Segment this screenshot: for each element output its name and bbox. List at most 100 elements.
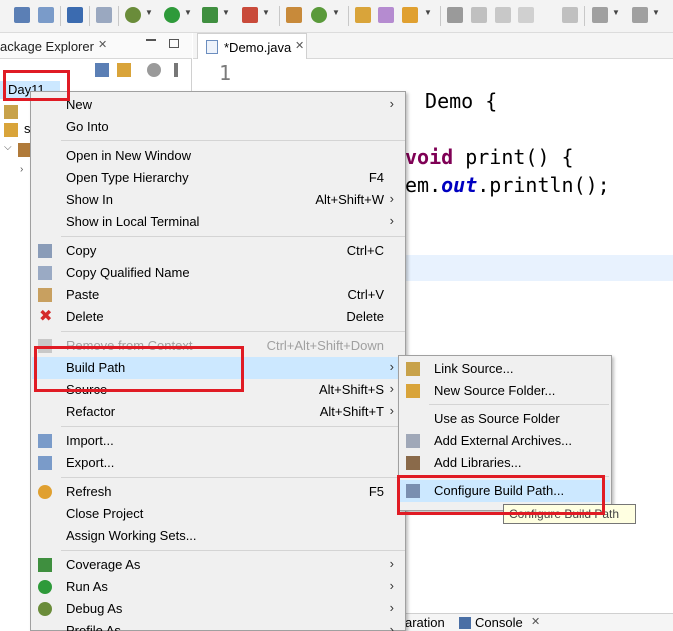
- nav-forward-icon[interactable]: [632, 7, 648, 23]
- menu-item-label: Close Project: [66, 506, 144, 521]
- open-task-icon[interactable]: [378, 7, 394, 23]
- menu-item-label: Copy: [66, 243, 97, 258]
- menu-item-shortcut: Alt+Shift+W: [315, 192, 384, 207]
- skip-breakpoints-icon[interactable]: [96, 7, 112, 23]
- menu-item-label: Go Into: [66, 119, 109, 134]
- menu-item-new[interactable]: New ›: [32, 94, 404, 116]
- menu-separator: [61, 426, 405, 427]
- source-folder-icon: [4, 123, 18, 137]
- menu-item-label: Add External Archives...: [434, 433, 573, 448]
- menu-item-import[interactable]: Import...: [32, 430, 404, 452]
- menu-item-run-as[interactable]: Run As ›: [32, 576, 404, 598]
- menu-item-paste[interactable]: Paste Ctrl+V: [32, 284, 404, 306]
- menu-item-show-in[interactable]: Show In Alt+Shift+W ›: [32, 189, 404, 211]
- paste-icon: [38, 288, 52, 302]
- save-all-icon[interactable]: [38, 7, 54, 23]
- import-icon: [38, 434, 52, 448]
- tab-declaration[interactable]: aration: [405, 615, 445, 630]
- close-icon[interactable]: ✕: [98, 38, 107, 51]
- menu-separator: [61, 550, 405, 551]
- print-icon[interactable]: [67, 7, 83, 23]
- menu-item-label: Add Libraries...: [434, 455, 522, 470]
- editor-tab-demo[interactable]: *Demo.java ✕: [197, 33, 307, 59]
- paragraph-icon[interactable]: [562, 7, 578, 23]
- menu-item-refresh[interactable]: Refresh F5: [32, 481, 404, 503]
- open-type-icon[interactable]: [355, 7, 371, 23]
- menu-item-profile-as[interactable]: Profile As ›: [32, 620, 404, 631]
- menu-item-label: Refresh: [66, 484, 112, 499]
- menu-item-shortcut: Alt+Shift+T: [319, 404, 384, 419]
- search-icon[interactable]: [402, 7, 418, 23]
- chevron-right-icon: ›: [389, 403, 394, 418]
- menu-separator: [61, 236, 405, 237]
- copy-qualified-name-icon: [38, 266, 52, 280]
- menu-item-open-new-window[interactable]: Open in New Window: [32, 145, 404, 167]
- menu-item-label: Export...: [66, 455, 115, 470]
- menu-item-show-local-terminal[interactable]: Show in Local Terminal ›: [32, 211, 404, 233]
- minimize-icon[interactable]: [146, 39, 156, 41]
- run-icon[interactable]: [164, 7, 180, 23]
- menu-separator: [61, 331, 405, 332]
- chevron-right-icon: ›: [389, 381, 394, 396]
- java-file-icon: [206, 40, 218, 54]
- nav-back-icon[interactable]: [592, 7, 608, 23]
- line-number: 1: [219, 61, 232, 85]
- view-menu-icon[interactable]: [147, 63, 161, 77]
- collapse-all-icon[interactable]: [95, 63, 109, 77]
- main-toolbar: ▼ ▼ ▼ ▼ ▼ ▼ ▼ ▼: [0, 0, 673, 33]
- close-icon[interactable]: ✕: [531, 615, 540, 628]
- menu-item-delete[interactable]: ✖ Delete Delete: [32, 306, 404, 328]
- link-with-editor-icon[interactable]: [117, 63, 131, 77]
- menu-item-close-project[interactable]: Close Project: [32, 503, 404, 525]
- chevron-right-icon: ›: [389, 191, 394, 206]
- package-explorer-tab[interactable]: ackage Explorer ✕: [0, 33, 192, 59]
- debug-icon[interactable]: [125, 7, 141, 23]
- view-menu-dots-icon[interactable]: [174, 63, 178, 77]
- coverage-icon: [38, 558, 52, 572]
- menu-item-go-into[interactable]: Go Into: [32, 116, 404, 138]
- menu-item-open-type-hierarchy[interactable]: Open Type Hierarchy F4: [32, 167, 404, 189]
- menu-item-add-external-archives[interactable]: Add External Archives...: [400, 430, 610, 452]
- menu-item-shortcut: F4: [368, 170, 384, 185]
- word-wrap-icon[interactable]: [495, 7, 511, 23]
- editor-tab-label: *Demo.java: [224, 40, 292, 55]
- menu-item-add-libraries[interactable]: Add Libraries...: [400, 452, 610, 474]
- link-source-icon: [406, 362, 420, 376]
- coverage-icon[interactable]: [202, 7, 218, 23]
- menu-item-label: Delete: [66, 309, 104, 324]
- menu-item-assign-working-sets[interactable]: Assign Working Sets...: [32, 525, 404, 547]
- menu-item-coverage-as[interactable]: Coverage As ›: [32, 554, 404, 576]
- code-keyword: void: [405, 145, 454, 169]
- annotation-icon[interactable]: [471, 7, 487, 23]
- code-line-class[interactable]: Demo {: [413, 89, 497, 113]
- expand-icon[interactable]: ⌵: [4, 142, 12, 153]
- chevron-right-icon[interactable]: ›: [20, 164, 23, 175]
- menu-item-link-source[interactable]: Link Source...: [400, 358, 610, 380]
- menu-item-shortcut: Alt+Shift+S: [318, 382, 384, 397]
- external-tools-icon[interactable]: [242, 7, 258, 23]
- maximize-icon[interactable]: [169, 39, 179, 48]
- menu-item-refactor[interactable]: Refactor Alt+Shift+T ›: [32, 401, 404, 423]
- menu-item-new-source-folder[interactable]: New Source Folder...: [400, 380, 610, 402]
- menu-item-copy[interactable]: Copy Ctrl+C: [32, 240, 404, 262]
- chevron-right-icon: ›: [389, 600, 394, 615]
- code-text: Demo {: [413, 89, 498, 113]
- close-icon[interactable]: ✕: [295, 39, 304, 52]
- menu-item-use-as-source-folder[interactable]: Use as Source Folder: [400, 408, 610, 430]
- new-class-icon[interactable]: [311, 7, 327, 23]
- block-select-icon[interactable]: [518, 7, 534, 23]
- menu-item-label: Import...: [66, 433, 114, 448]
- run-icon: [38, 580, 52, 594]
- menu-item-debug-as[interactable]: Debug As ›: [32, 598, 404, 620]
- tab-console[interactable]: Console: [475, 615, 523, 630]
- menu-item-export[interactable]: Export...: [32, 452, 404, 474]
- save-icon[interactable]: [14, 7, 30, 23]
- new-java-project-icon[interactable]: [286, 7, 302, 23]
- pin-icon[interactable]: [447, 7, 463, 23]
- code-line-method[interactable]: void print() {: [405, 145, 574, 169]
- menu-item-copy-qualified-name[interactable]: Copy Qualified Name: [32, 262, 404, 284]
- menu-item-label: Refactor: [66, 404, 116, 419]
- code-line-println[interactable]: em.out.println();: [405, 173, 610, 197]
- chevron-right-icon: ›: [389, 359, 394, 374]
- export-icon: [38, 456, 52, 470]
